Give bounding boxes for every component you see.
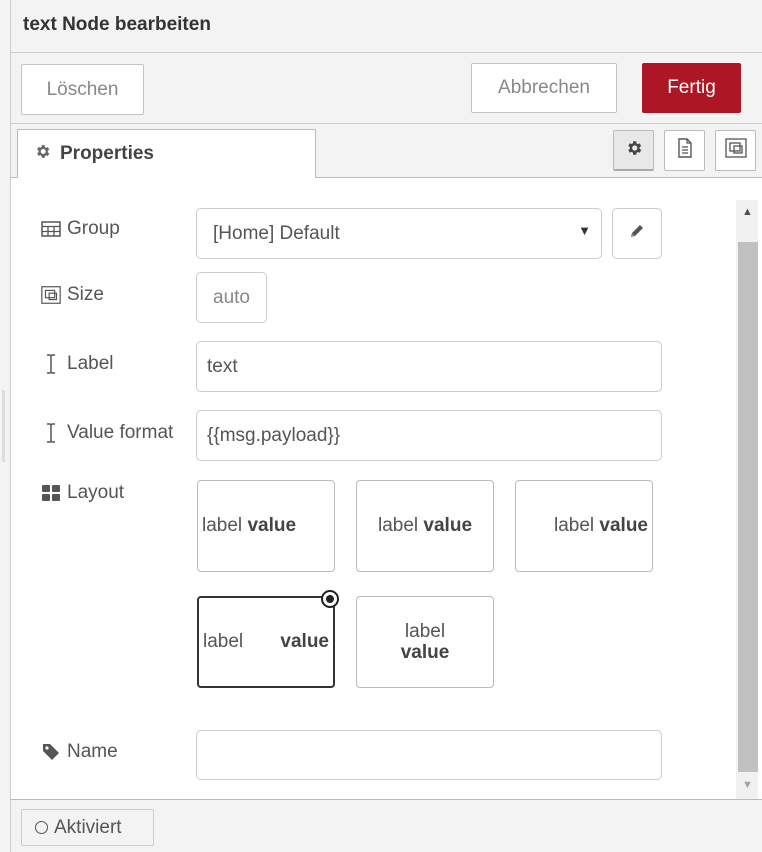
tab-properties-button[interactable]	[613, 130, 654, 171]
tab-description-button[interactable]	[664, 130, 705, 171]
circle-icon	[35, 821, 48, 834]
enabled-toggle[interactable]: Aktiviert	[21, 809, 154, 846]
tray-toolbar: Löschen Abbrechen Fertig	[10, 53, 762, 124]
cancel-button[interactable]: Abbrechen	[471, 63, 617, 113]
tag-icon	[40, 743, 62, 761]
table-icon	[40, 221, 62, 237]
format-label: Value format	[67, 422, 174, 443]
group-row-label: Group	[40, 218, 120, 240]
done-button[interactable]: Fertig	[642, 63, 741, 113]
grid-icon	[40, 484, 62, 502]
name-input[interactable]	[196, 730, 662, 780]
layout-option-row-left[interactable]: label value	[197, 480, 335, 572]
tray-header: text Node bearbeiten	[10, 0, 762, 53]
scroll-down-icon[interactable]: ▼	[742, 779, 753, 791]
value-format-input[interactable]: {{msg.payload}}	[196, 410, 662, 461]
tab-bar: Properties	[11, 124, 762, 178]
gear-icon	[34, 143, 51, 165]
name-row-label: Name	[40, 741, 118, 763]
layout-value-text: value	[400, 642, 450, 663]
tray-title: text Node bearbeiten	[23, 14, 211, 35]
left-resize-grip[interactable]	[2, 390, 5, 462]
layout-label-text: label	[202, 515, 243, 536]
enabled-toggle-label: Aktiviert	[54, 816, 122, 838]
layout-value-text: value	[423, 515, 473, 536]
layout-option-row-spread[interactable]: label value	[197, 590, 339, 688]
tray-body: Properties Group [Home] Default ▼ Size a…	[10, 124, 762, 800]
scroll-up-icon[interactable]: ▲	[742, 206, 753, 218]
selected-radio-icon	[321, 590, 339, 608]
edit-group-button[interactable]	[612, 208, 662, 259]
description-icon	[676, 138, 694, 163]
layout-value-text: value	[280, 631, 329, 652]
layout-value-text: value	[599, 515, 648, 536]
delete-button[interactable]: Löschen	[21, 64, 144, 115]
layout-row-label: Layout	[40, 482, 124, 504]
label-input[interactable]: text	[196, 341, 662, 392]
tab-properties-label: Properties	[60, 143, 154, 164]
text-cursor-icon	[40, 353, 62, 375]
layout-option-column-center[interactable]: label value	[356, 596, 494, 688]
size-label: Size	[67, 284, 104, 305]
layout-option-row-right[interactable]: label value	[515, 480, 653, 572]
layout-label-text: label	[377, 515, 419, 536]
gear-icon	[625, 139, 643, 162]
layout-label-text: label	[203, 631, 244, 652]
layout-value-text: value	[247, 515, 297, 536]
size-icon	[40, 284, 62, 306]
group-label: Group	[67, 218, 120, 239]
layout-label-text: label	[553, 515, 595, 536]
layout-label-text: label	[404, 621, 446, 642]
layout-option-row-center[interactable]: label value	[356, 480, 494, 572]
text-cursor-icon	[40, 422, 62, 444]
scrollbar-thumb[interactable]	[738, 242, 758, 772]
layout-label: Layout	[67, 482, 125, 503]
tray-footer: Aktiviert	[10, 799, 762, 852]
caret-down-icon: ▼	[578, 223, 591, 238]
size-button[interactable]: auto	[196, 272, 267, 323]
group-selected-value: [Home] Default	[213, 222, 340, 244]
label-label: Label	[67, 353, 114, 374]
group-select[interactable]: [Home] Default ▼	[196, 208, 602, 259]
name-label: Name	[67, 741, 118, 762]
size-row-label: Size	[40, 284, 104, 306]
appearance-icon	[724, 137, 748, 164]
tab-properties[interactable]: Properties	[17, 129, 316, 178]
format-row-label: Value format	[40, 422, 173, 444]
tab-appearance-button[interactable]	[715, 130, 756, 171]
label-row-label: Label	[40, 353, 114, 375]
pencil-icon	[629, 223, 645, 245]
